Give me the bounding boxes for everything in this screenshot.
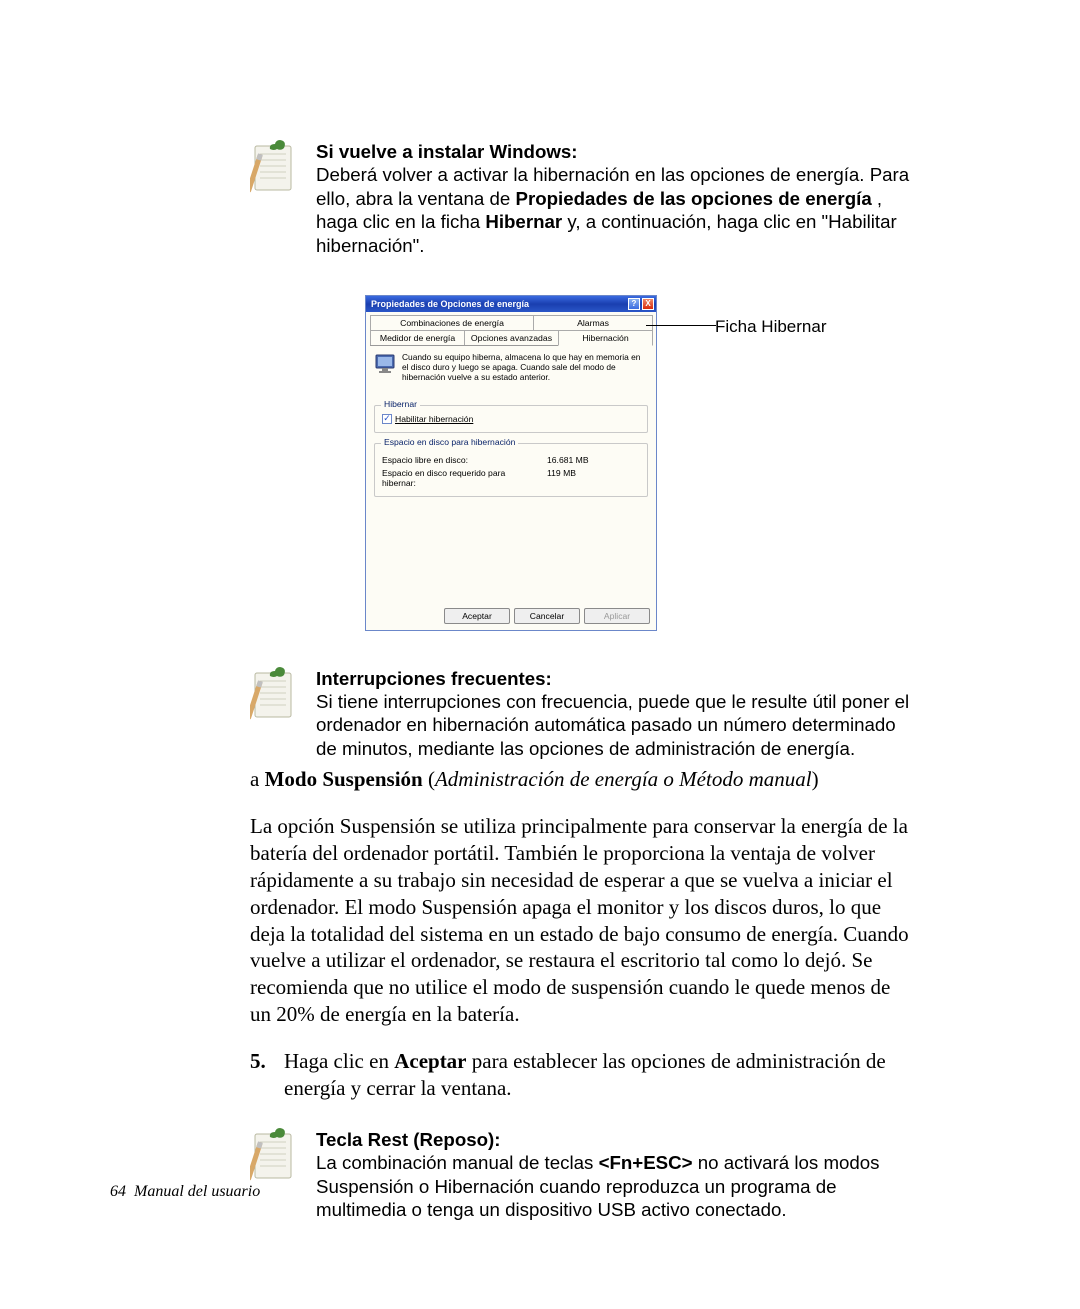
note-heading: Si vuelve a instalar Windows: <box>316 141 578 162</box>
help-button[interactable]: ? <box>628 298 640 310</box>
close-button[interactable]: X <box>642 298 654 310</box>
note-text: Si vuelve a instalar Windows: Deberá vol… <box>316 140 910 257</box>
group-hibernar: Hibernar ✓ Habilitar hibernación <box>374 405 648 433</box>
note-interrupciones: Interrupciones frecuentes: Si tiene inte… <box>250 667 910 761</box>
note-heading: Interrupciones frecuentes: <box>316 668 552 689</box>
checkbox-habilitar-hibernacion[interactable]: ✓ <box>382 414 392 424</box>
callout-label: Ficha Hibernar <box>715 317 827 337</box>
note-tecla-rest: Tecla Rest (Reposo): La combinación manu… <box>250 1128 910 1222</box>
xp-titlebar: Propiedades de Opciones de energía ? X <box>366 296 656 312</box>
group-espacio-disco: Espacio en disco para hibernación Espaci… <box>374 443 648 497</box>
note-text: Interrupciones frecuentes: Si tiene inte… <box>316 667 910 761</box>
note-icon <box>250 667 298 723</box>
section-heading: a Modo Suspensión (Administración de ene… <box>250 766 910 793</box>
xp-tabs: Combinaciones de energía Alarmas Medidor… <box>366 312 656 346</box>
cancel-button[interactable]: Cancelar <box>514 608 580 624</box>
tab-medidor[interactable]: Medidor de energía <box>370 330 465 345</box>
monitor-icon <box>374 352 396 374</box>
tab-combinaciones[interactable]: Combinaciones de energía <box>370 315 534 330</box>
tab-alarmas[interactable]: Alarmas <box>533 315 653 330</box>
note-icon <box>250 140 298 196</box>
note-icon <box>250 1128 298 1184</box>
xp-dialog: Propiedades de Opciones de energía ? X C… <box>365 295 657 631</box>
callout-line <box>646 325 716 326</box>
ok-button[interactable]: Aceptar <box>444 608 510 624</box>
modo-suspension-section: a Modo Suspensión (Administración de ene… <box>250 766 910 1102</box>
free-space-label: Espacio libre en disco: <box>382 455 537 465</box>
tab-hibernacion[interactable]: Hibernación <box>558 330 653 346</box>
note-text: Tecla Rest (Reposo): La combinación manu… <box>316 1128 910 1222</box>
page-footer: 64 Manual del usuario <box>110 1183 260 1201</box>
required-space-label: Espacio en disco requerido para hibernar… <box>382 468 537 488</box>
power-options-screenshot: Propiedades de Opciones de energía ? X C… <box>365 295 835 631</box>
free-space-value: 16.681 MB <box>547 455 589 465</box>
step-5: 5. Haga clic en Aceptar para establecer … <box>250 1048 910 1102</box>
tab-opciones-avanzadas[interactable]: Opciones avanzadas <box>464 330 559 345</box>
required-space-value: 119 MB <box>547 468 576 488</box>
xp-title: Propiedades de Opciones de energía <box>371 299 626 309</box>
checkbox-label: Habilitar hibernación <box>395 414 473 424</box>
note-reinstall-windows: Si vuelve a instalar Windows: Deberá vol… <box>250 140 910 257</box>
note-heading: Tecla Rest (Reposo): <box>316 1129 500 1150</box>
section-body: La opción Suspensión se utiliza principa… <box>250 813 910 1028</box>
xp-description: Cuando su equipo hiberna, almacena lo qu… <box>374 352 648 383</box>
apply-button[interactable]: Aplicar <box>584 608 650 624</box>
